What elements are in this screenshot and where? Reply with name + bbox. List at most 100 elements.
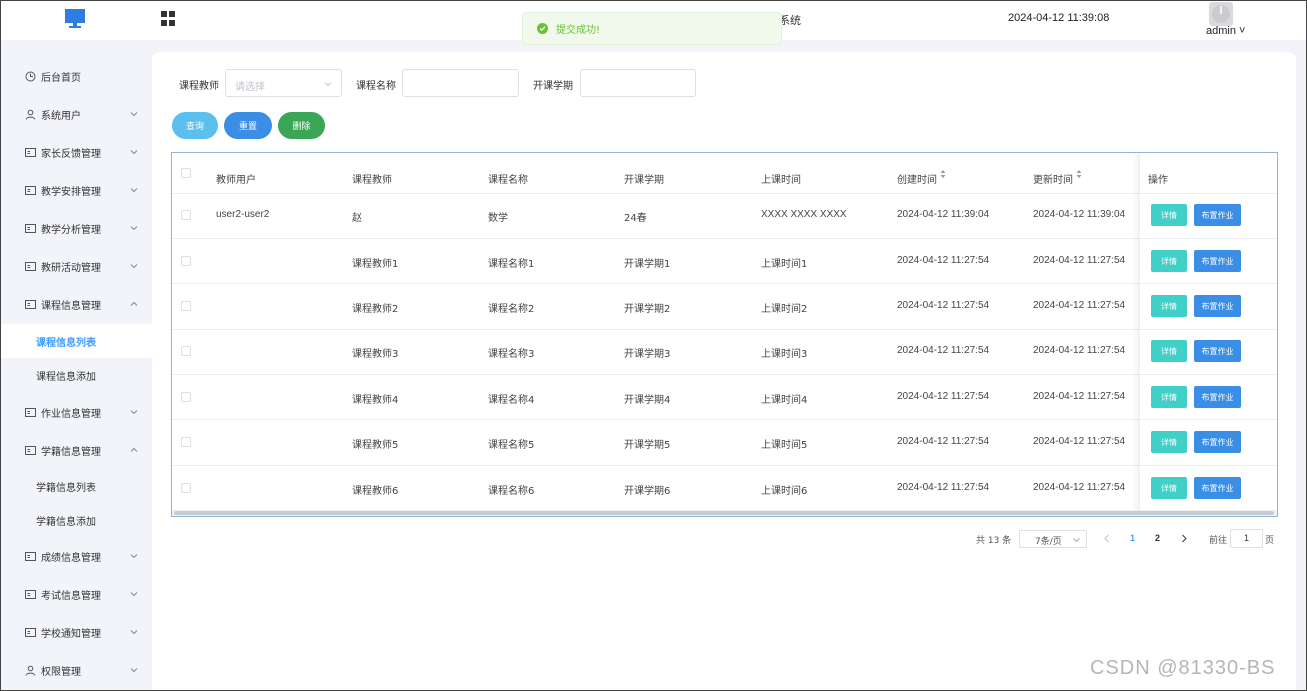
sidebar-subitem-course-add[interactable]: 课程信息添加 <box>0 358 152 392</box>
sidebar-item-teaching-analysis[interactable]: 教学分析管理 <box>0 209 152 247</box>
avatar[interactable] <box>1209 2 1233 26</box>
card-icon <box>25 147 36 157</box>
cell-course-teacher: 课程教师1 <box>352 259 399 270</box>
sidebar-item-permissions[interactable]: 权限管理 <box>0 651 152 689</box>
cell-class-time: 上课时间2 <box>761 304 808 315</box>
goto-page-input[interactable]: 1 <box>1230 529 1263 548</box>
sidebar-item-label: 后台首页 <box>41 72 81 84</box>
assign-homework-button[interactable]: 布置作业 <box>1194 477 1241 499</box>
cell-course-teacher: 课程教师2 <box>352 304 399 315</box>
card-icon <box>25 299 36 309</box>
sidebar-item-course-info[interactable]: 课程信息管理 <box>0 285 152 323</box>
sidebar-item-grades[interactable]: 成绩信息管理 <box>0 537 152 575</box>
course-name-filter-label: 课程名称 <box>356 81 396 92</box>
sidebar-subitem-student-list[interactable]: 学籍信息列表 <box>0 469 152 503</box>
next-page-icon[interactable] <box>1180 534 1188 543</box>
row-checkbox[interactable] <box>181 392 191 402</box>
sidebar-item-label: 权限管理 <box>41 666 81 678</box>
detail-button[interactable]: 详情 <box>1151 204 1187 226</box>
cell-term: 24春 <box>624 213 647 224</box>
chevron-down-icon <box>130 264 138 269</box>
chevron-up-icon <box>130 301 138 306</box>
sidebar-item-teaching-schedule[interactable]: 教学安排管理 <box>0 171 152 209</box>
row-divider <box>1140 238 1277 239</box>
cell-class-time: 上课时间6 <box>761 486 808 497</box>
course-name-input[interactable] <box>402 69 519 97</box>
assign-homework-button[interactable]: 布置作业 <box>1194 250 1241 272</box>
sidebar-item-student-status[interactable]: 学籍信息管理 <box>0 431 152 469</box>
sort-icon[interactable] <box>940 169 946 179</box>
cell-term: 开课学期3 <box>624 349 671 360</box>
user-menu[interactable]: admin ˅ <box>1206 25 1245 37</box>
assign-homework-button[interactable]: 布置作业 <box>1194 295 1241 317</box>
sidebar-item-homework-info[interactable]: 作业信息管理 <box>0 393 152 431</box>
card-icon <box>25 445 36 455</box>
row-checkbox[interactable] <box>181 256 191 266</box>
select-all-checkbox[interactable] <box>181 168 191 178</box>
cell-term: 开课学期2 <box>624 304 671 315</box>
column-header: 教师用户 <box>216 175 256 186</box>
row-checkbox[interactable] <box>181 301 191 311</box>
sidebar-subitem-course-list[interactable]: 课程信息列表 <box>0 324 152 358</box>
column-header-updated[interactable]: 更新时间 <box>1033 171 1073 186</box>
scrollbar-thumb[interactable] <box>174 511 1274 515</box>
detail-button[interactable]: 详情 <box>1151 340 1187 362</box>
sidebar-item-home[interactable]: 后台首页 <box>0 57 152 95</box>
assign-homework-button[interactable]: 布置作业 <box>1194 204 1241 226</box>
sidebar-subitem-label: 学籍信息添加 <box>36 516 96 528</box>
monitor-logo-icon[interactable] <box>64 8 86 30</box>
page-number-current[interactable]: 1 <box>1130 533 1135 543</box>
sort-icon[interactable] <box>1076 169 1082 179</box>
horizontal-scrollbar[interactable] <box>172 510 1277 516</box>
detail-button[interactable]: 详情 <box>1151 477 1187 499</box>
assign-homework-button[interactable]: 布置作业 <box>1194 431 1241 453</box>
sidebar-item-parent-feedback[interactable]: 家长反馈管理 <box>0 133 152 171</box>
chevron-down-icon: ˅ <box>1235 25 1246 37</box>
row-checkbox[interactable] <box>181 346 191 356</box>
delete-button[interactable]: 删除 <box>278 112 325 139</box>
sidebar-item-label: 教学安排管理 <box>41 186 101 198</box>
reset-button[interactable]: 重置 <box>224 112 272 139</box>
detail-button[interactable]: 详情 <box>1151 250 1187 272</box>
detail-button[interactable]: 详情 <box>1151 295 1187 317</box>
card-icon <box>25 627 36 637</box>
card-icon <box>25 261 36 271</box>
row-divider <box>172 238 1277 239</box>
teacher-select[interactable]: 请选择 <box>225 69 342 97</box>
sidebar-item-label: 家长反馈管理 <box>41 148 101 160</box>
sidebar-item-system-users[interactable]: 系统用户 <box>0 95 152 133</box>
sidebar-subitem-student-add[interactable]: 学籍信息添加 <box>0 503 152 537</box>
cell-course-teacher: 课程教师5 <box>352 440 399 451</box>
page-size-select[interactable]: 7条/页 <box>1019 530 1087 548</box>
detail-button[interactable]: 详情 <box>1151 386 1187 408</box>
page-number[interactable]: 2 <box>1155 533 1160 543</box>
sidebar-item-school-notices[interactable]: 学校通知管理 <box>0 613 152 651</box>
assign-homework-button[interactable]: 布置作业 <box>1194 340 1241 362</box>
cell-course-name: 课程名称6 <box>488 486 535 497</box>
assign-homework-button[interactable]: 布置作业 <box>1194 386 1241 408</box>
prev-page-icon[interactable] <box>1103 534 1111 543</box>
cell-course-name: 课程名称3 <box>488 349 535 360</box>
sidebar-item-exams[interactable]: 考试信息管理 <box>0 575 152 613</box>
apps-grid-icon[interactable] <box>161 11 176 26</box>
card-icon <box>25 589 36 599</box>
cell-created-time: 2024-04-12 11:27:54 <box>897 391 990 402</box>
chevron-up-icon <box>130 447 138 452</box>
sidebar-item-research-activities[interactable]: 教研活动管理 <box>0 247 152 285</box>
column-header-created[interactable]: 创建时间 <box>897 171 937 186</box>
success-toast: 提交成功! <box>522 12 782 45</box>
row-divider <box>172 465 1277 466</box>
row-checkbox[interactable] <box>181 483 191 493</box>
chevron-down-icon <box>130 226 138 231</box>
row-checkbox[interactable] <box>181 437 191 447</box>
detail-button[interactable]: 详情 <box>1151 431 1187 453</box>
cell-created-time: 2024-04-12 11:27:54 <box>897 255 990 266</box>
cell-updated-time: 2024-04-12 11:27:54 <box>1033 255 1126 266</box>
cell-class-time: 上课时间5 <box>761 440 808 451</box>
term-input[interactable] <box>580 69 696 97</box>
check-circle-icon <box>537 23 548 34</box>
query-button[interactable]: 查询 <box>172 112 218 139</box>
row-checkbox[interactable] <box>181 210 191 220</box>
sidebar-item-label: 教学分析管理 <box>41 224 101 236</box>
header-datetime: 2024-04-12 11:39:08 <box>1008 12 1110 24</box>
